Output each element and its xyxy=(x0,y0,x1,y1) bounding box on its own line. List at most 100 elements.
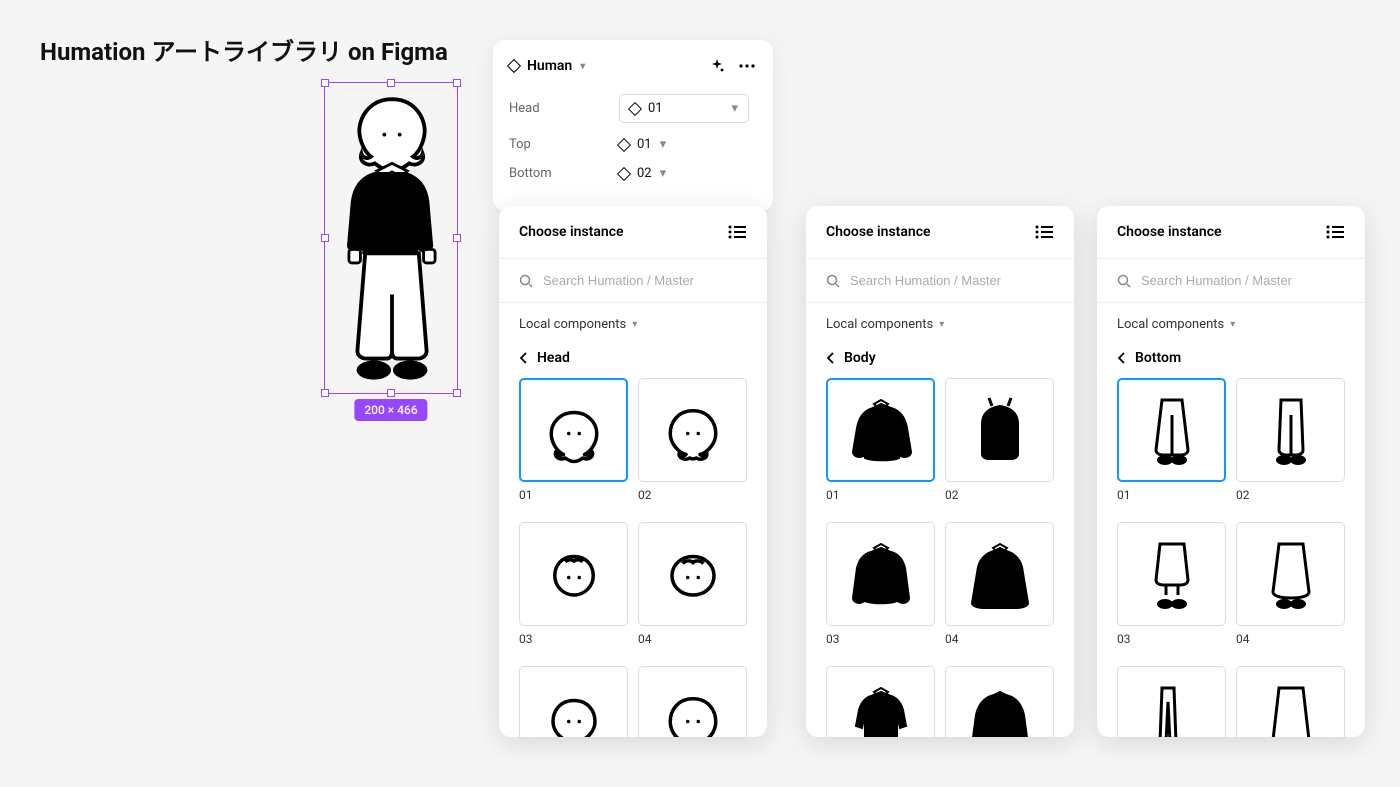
instance-item[interactable]: 04 xyxy=(638,522,747,656)
instance-item[interactable]: 04 xyxy=(945,522,1054,656)
prop-value: 02 xyxy=(637,166,652,181)
instance-item[interactable]: 02 xyxy=(945,378,1054,512)
instance-thumbnail xyxy=(1236,522,1345,626)
local-components-label: Local components xyxy=(826,317,933,332)
search-input[interactable] xyxy=(1141,273,1345,288)
instance-item[interactable] xyxy=(1117,666,1226,737)
list-icon[interactable] xyxy=(1325,222,1345,242)
instance-item[interactable]: 01 xyxy=(519,378,628,512)
instance-thumbnail xyxy=(1117,666,1226,737)
prop-select-top[interactable]: 01 ▾ xyxy=(619,137,666,152)
instance-thumbnail xyxy=(945,522,1054,626)
instance-item[interactable]: 03 xyxy=(1117,522,1226,656)
instance-thumbnail xyxy=(638,378,747,482)
selection-handle[interactable] xyxy=(453,389,461,397)
local-components-dropdown[interactable]: Local components ▾ xyxy=(1097,303,1365,332)
instance-panel-body: Choose instance Local components ▾ Body … xyxy=(806,206,1074,737)
prop-select-head[interactable]: 01 ▾ xyxy=(619,94,749,123)
instance-item[interactable]: 01 xyxy=(826,378,935,512)
component-name[interactable]: Human ▾ xyxy=(509,58,585,74)
instance-thumbnail xyxy=(826,378,935,482)
instance-item[interactable]: 02 xyxy=(1236,378,1345,512)
component-icon xyxy=(617,137,631,151)
search-input[interactable] xyxy=(850,273,1054,288)
instance-item[interactable]: 03 xyxy=(519,522,628,656)
instance-item[interactable]: 02 xyxy=(638,378,747,512)
sparkle-icon[interactable] xyxy=(707,56,727,76)
instance-label: 03 xyxy=(1117,632,1226,646)
back-icon[interactable] xyxy=(519,352,527,364)
prop-label: Top xyxy=(509,137,619,152)
selection-handle[interactable] xyxy=(321,234,329,242)
selection-size-badge: 200 × 466 xyxy=(354,399,427,421)
chevron-down-icon: ▾ xyxy=(580,61,585,72)
instance-item[interactable]: 03 xyxy=(826,522,935,656)
prop-row-head: Head 01 ▾ xyxy=(509,94,757,123)
instance-item[interactable]: 04 xyxy=(1236,522,1345,656)
chevron-down-icon: ▾ xyxy=(939,319,944,330)
chevron-down-icon: ▾ xyxy=(660,166,667,181)
instance-item[interactable] xyxy=(945,666,1054,737)
instance-thumbnail xyxy=(519,522,628,626)
search-icon xyxy=(826,274,840,288)
instance-label: 04 xyxy=(638,632,747,646)
selection-handle[interactable] xyxy=(453,234,461,242)
selection-handle[interactable] xyxy=(453,79,461,87)
instance-item[interactable] xyxy=(826,666,935,737)
page-title: Humation アートライブラリ on Figma xyxy=(40,32,448,67)
prop-row-top: Top 01 ▾ xyxy=(509,137,757,152)
local-components-dropdown[interactable]: Local components ▾ xyxy=(806,303,1074,332)
list-icon[interactable] xyxy=(1034,222,1054,242)
more-icon[interactable] xyxy=(737,56,757,76)
instance-item[interactable] xyxy=(638,666,747,737)
instance-panel-title: Choose instance xyxy=(826,224,931,240)
instance-thumbnail xyxy=(1117,378,1226,482)
canvas-selection[interactable]: 200 × 466 xyxy=(324,82,458,394)
back-icon[interactable] xyxy=(1117,352,1125,364)
selection-handle[interactable] xyxy=(321,389,329,397)
chevron-down-icon: ▾ xyxy=(632,319,637,330)
selection-handle[interactable] xyxy=(387,79,395,87)
chevron-down-icon: ▾ xyxy=(660,137,667,152)
instance-label: 04 xyxy=(1236,632,1345,646)
local-components-label: Local components xyxy=(1117,317,1224,332)
instance-label: 02 xyxy=(945,488,1054,502)
search-input[interactable] xyxy=(543,273,747,288)
prop-value: 01 xyxy=(637,137,652,152)
instance-thumbnail xyxy=(826,666,935,737)
chevron-down-icon: ▾ xyxy=(1230,319,1235,330)
instance-thumbnail xyxy=(945,666,1054,737)
instance-label: 02 xyxy=(1236,488,1345,502)
instance-label: 01 xyxy=(1117,488,1226,502)
prop-label: Head xyxy=(509,101,619,116)
instance-panel-bottom: Choose instance Local components ▾ Botto… xyxy=(1097,206,1365,737)
instance-thumbnail xyxy=(638,666,747,737)
instance-label: 04 xyxy=(945,632,1054,646)
instance-thumbnail xyxy=(1117,522,1226,626)
component-icon xyxy=(507,59,521,73)
instance-item[interactable] xyxy=(1236,666,1345,737)
component-icon xyxy=(628,101,642,115)
instance-item[interactable]: 01 xyxy=(1117,378,1226,512)
instance-thumbnail xyxy=(1236,378,1345,482)
selection-handle[interactable] xyxy=(321,79,329,87)
selection-handle[interactable] xyxy=(387,389,395,397)
local-components-dropdown[interactable]: Local components ▾ xyxy=(499,303,767,332)
breadcrumb-label: Body xyxy=(844,350,876,366)
list-icon[interactable] xyxy=(727,222,747,242)
prop-row-bottom: Bottom 02 ▾ xyxy=(509,166,757,181)
instance-item[interactable] xyxy=(519,666,628,737)
instance-label: 03 xyxy=(519,632,628,646)
back-icon[interactable] xyxy=(826,352,834,364)
properties-panel: Human ▾ Head 01 ▾ Top 01 ▾ Bottom 02 ▾ xyxy=(493,40,773,211)
component-icon xyxy=(617,166,631,180)
instance-label: 03 xyxy=(826,632,935,646)
instance-thumbnail xyxy=(945,378,1054,482)
search-icon xyxy=(1117,274,1131,288)
prop-select-bottom[interactable]: 02 ▾ xyxy=(619,166,666,181)
instance-thumbnail xyxy=(826,522,935,626)
instance-panel-title: Choose instance xyxy=(519,224,624,240)
breadcrumb-label: Bottom xyxy=(1135,350,1181,366)
prop-value: 01 xyxy=(648,101,663,116)
instance-thumbnail xyxy=(638,522,747,626)
